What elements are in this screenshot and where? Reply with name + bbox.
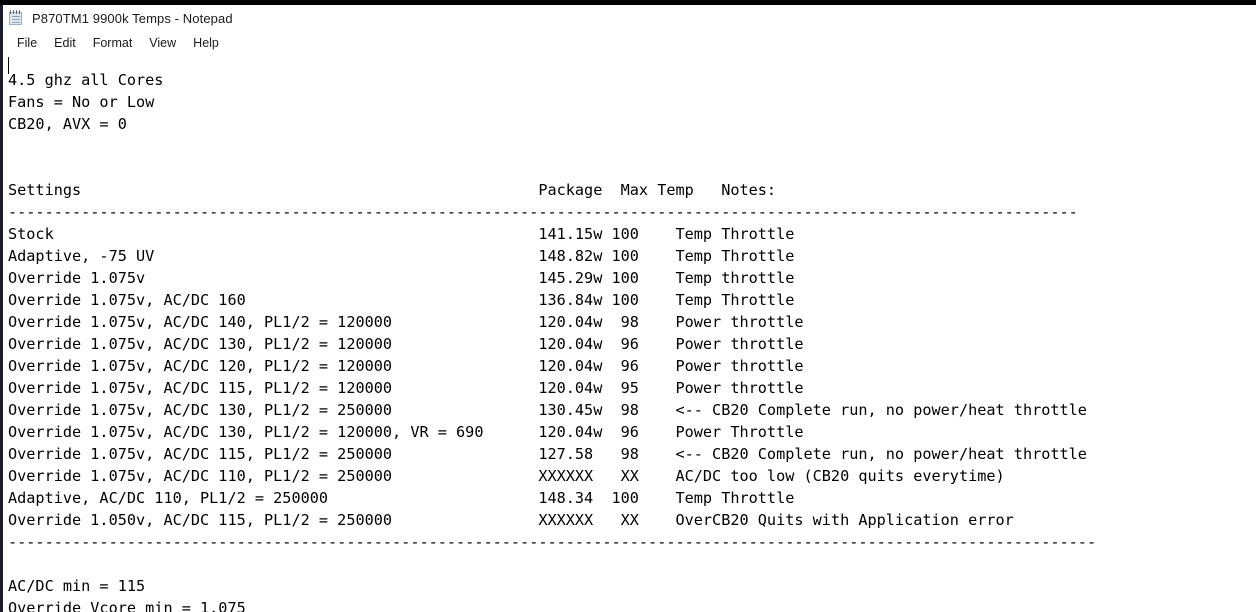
document-text[interactable]: 4.5 ghz all Cores Fans = No or Low CB20,… xyxy=(8,69,1096,612)
menu-item-help[interactable]: Help xyxy=(186,35,226,51)
menu-item-format[interactable]: Format xyxy=(86,35,140,51)
text-editor-area[interactable]: 4.5 ghz all Cores Fans = No or Low CB20,… xyxy=(3,54,1256,612)
menu-item-edit[interactable]: Edit xyxy=(47,35,83,51)
notepad-icon xyxy=(8,10,24,26)
menu-bar: File Edit Format View Help xyxy=(3,32,1256,54)
menu-item-view[interactable]: View xyxy=(142,35,183,51)
window-title: P870TM1 9900k Temps - Notepad xyxy=(32,10,233,26)
notepad-window: P870TM1 9900k Temps - Notepad File Edit … xyxy=(0,0,1256,612)
menu-item-file[interactable]: File xyxy=(10,35,44,51)
title-bar[interactable]: P870TM1 9900k Temps - Notepad xyxy=(3,5,1256,31)
